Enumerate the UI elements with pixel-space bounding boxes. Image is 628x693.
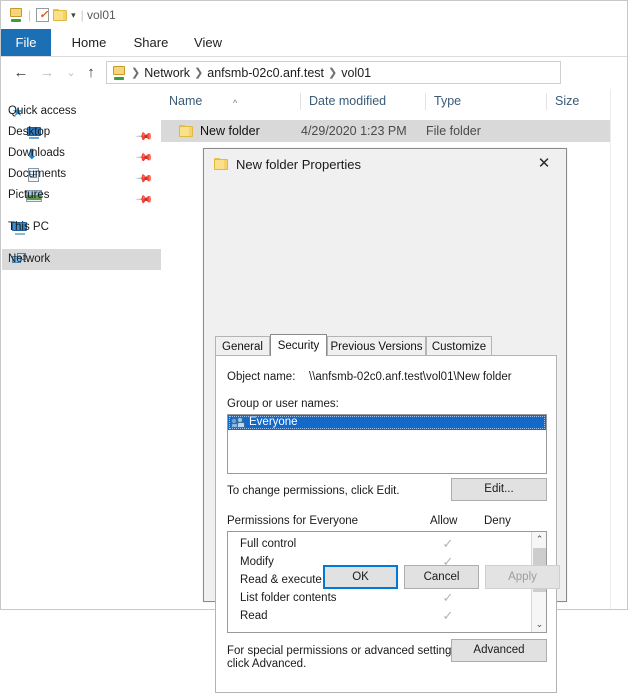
column-header-date-modified[interactable]: Date modified bbox=[301, 89, 426, 114]
tab-customize[interactable]: Customize bbox=[426, 336, 492, 356]
column-header-size[interactable]: Size bbox=[547, 89, 612, 114]
address-bar: ← → ⌄ ↑ ❯ Network ❯ anfsmb-02c0.anf.test… bbox=[1, 57, 627, 89]
apply-button: Apply bbox=[485, 565, 560, 589]
permission-row[interactable]: Full control ✓ bbox=[228, 535, 546, 553]
address-network-drive-icon bbox=[112, 65, 126, 80]
address-input[interactable]: ❯ Network ❯ anfsmb-02c0.anf.test ❯ vol01 bbox=[106, 61, 561, 84]
sidebar-item-downloads[interactable]: ⬇ Downloads 📌 bbox=[2, 143, 161, 168]
qat-separator-1: | bbox=[28, 8, 32, 22]
deny-column-header: Deny bbox=[484, 515, 511, 527]
list-item-label: Everyone bbox=[249, 416, 298, 428]
security-tab-panel: Object name: \\anfsmb-02c0.anf.test\vol0… bbox=[215, 355, 557, 693]
window-title: vol01 bbox=[87, 8, 116, 22]
sidebar-item-label: Documents bbox=[8, 168, 67, 180]
quick-access-toolbar: | ✓ ▾ | bbox=[9, 5, 85, 25]
file-date-modified-cell: 4/29/2020 1:23 PM bbox=[301, 124, 407, 138]
file-list-scrollbar[interactable] bbox=[610, 89, 627, 609]
sidebar-item-label: Network bbox=[8, 253, 51, 265]
tab-general[interactable]: General bbox=[215, 336, 270, 356]
title-bar: | ✓ ▾ | vol01 bbox=[1, 1, 627, 29]
dialog-command-row: OK Cancel Apply bbox=[204, 553, 566, 601]
sidebar-item-documents[interactable]: Documents 📌 bbox=[2, 164, 161, 188]
customize-qat-caret-icon[interactable]: ▾ bbox=[71, 10, 76, 21]
edit-button[interactable]: Edit... bbox=[451, 478, 547, 501]
ribbon-tab-file[interactable]: File bbox=[1, 29, 51, 56]
breadcrumb-item-server[interactable]: anfsmb-02c0.anf.test bbox=[204, 66, 327, 80]
list-item[interactable]: Everyone bbox=[228, 415, 546, 430]
column-header-type[interactable]: Type bbox=[426, 89, 547, 114]
sidebar-item-desktop[interactable]: Desktop 📌 bbox=[2, 122, 161, 146]
object-name-label: Object name: bbox=[227, 371, 296, 383]
qat-separator-2: | bbox=[80, 8, 84, 22]
new-folder-icon[interactable] bbox=[53, 9, 68, 21]
folder-icon bbox=[214, 158, 228, 170]
users-group-icon bbox=[231, 416, 246, 429]
sidebar-item-network[interactable]: Network bbox=[2, 249, 161, 270]
ok-button[interactable]: OK bbox=[323, 565, 398, 589]
folder-icon bbox=[179, 125, 193, 137]
dialog-title-bar: New folder Properties ✕ bbox=[204, 149, 566, 180]
sidebar-item-label: Downloads bbox=[8, 147, 65, 159]
file-list-column-headers: Name ^ Date modified Type Size bbox=[161, 89, 627, 116]
table-row[interactable]: New folder 4/29/2020 1:23 PM File folder bbox=[161, 120, 612, 142]
permissions-for-label: Permissions for Everyone bbox=[227, 515, 359, 527]
object-name-value: \\anfsmb-02c0.anf.test\vol01\New folder bbox=[309, 371, 512, 383]
breadcrumb-item-network[interactable]: Network bbox=[141, 66, 193, 80]
dialog-tab-strip: General Security Previous Versions Custo… bbox=[215, 334, 557, 356]
tab-previous-versions[interactable]: Previous Versions bbox=[327, 336, 426, 356]
breadcrumb-separator-2: ❯ bbox=[328, 67, 338, 79]
dialog-title: New folder Properties bbox=[236, 157, 361, 172]
sidebar-item-pictures[interactable]: Pictures 📌 bbox=[2, 185, 161, 209]
ribbon-tab-view[interactable]: View bbox=[185, 29, 231, 56]
file-name-label: New folder bbox=[200, 124, 260, 138]
breadcrumb-separator-1: ❯ bbox=[194, 67, 204, 79]
cancel-button[interactable]: Cancel bbox=[404, 565, 479, 589]
column-header-label: Type bbox=[434, 94, 462, 108]
allow-checkbox[interactable]: ✓ bbox=[440, 535, 456, 553]
change-permissions-hint: To change permissions, click Edit. bbox=[227, 485, 400, 497]
scroll-down-icon[interactable]: ⌄ bbox=[532, 617, 546, 632]
column-header-label: Name bbox=[169, 94, 203, 108]
allow-column-header: Allow bbox=[430, 515, 458, 527]
sidebar-item-this-pc[interactable]: This PC bbox=[2, 217, 161, 238]
navigation-pane: ★ Quick access Desktop 📌 ⬇ Downloads 📌 D… bbox=[2, 89, 162, 609]
group-or-user-names-label: Group or user names: bbox=[227, 398, 339, 410]
advanced-hint-line2: click Advanced. bbox=[227, 658, 307, 670]
sidebar-item-label: Quick access bbox=[8, 105, 77, 117]
sort-ascending-icon: ^ bbox=[233, 98, 238, 108]
permission-label: Full control bbox=[240, 538, 297, 550]
properties-icon[interactable]: ✓ bbox=[36, 8, 50, 22]
close-icon[interactable]: ✕ bbox=[522, 149, 566, 178]
up-button[interactable]: ↑ bbox=[81, 63, 101, 83]
ribbon-tab-home[interactable]: Home bbox=[63, 29, 115, 56]
breadcrumb-separator-0: ❯ bbox=[131, 67, 141, 79]
back-button[interactable]: ← bbox=[11, 63, 31, 83]
advanced-button[interactable]: Advanced bbox=[451, 639, 547, 662]
sidebar-item-label: Desktop bbox=[8, 126, 51, 138]
sidebar-item-quick-access[interactable]: ★ Quick access bbox=[2, 101, 161, 122]
column-header-label: Date modified bbox=[309, 94, 387, 108]
column-header-name[interactable]: Name ^ bbox=[161, 89, 301, 114]
scroll-up-icon[interactable]: ⌃ bbox=[532, 532, 546, 547]
file-type-cell: File folder bbox=[426, 124, 481, 138]
sidebar-item-label: Pictures bbox=[8, 189, 50, 201]
column-header-label: Size bbox=[555, 94, 580, 108]
ribbon-tab-share[interactable]: Share bbox=[125, 29, 177, 56]
ribbon-tab-strip: File Home Share View bbox=[1, 29, 627, 57]
recent-locations-button[interactable]: ⌄ bbox=[61, 63, 81, 83]
group-user-listbox[interactable]: Everyone bbox=[227, 414, 547, 474]
properties-dialog: New folder Properties ✕ General Security… bbox=[203, 148, 567, 693]
sidebar-item-label: This PC bbox=[8, 221, 49, 233]
breadcrumb-item-vol01[interactable]: vol01 bbox=[338, 66, 374, 80]
forward-button[interactable]: → bbox=[37, 63, 57, 83]
file-name-cell: New folder bbox=[179, 120, 260, 142]
tab-security[interactable]: Security bbox=[270, 334, 327, 356]
network-drive-icon[interactable] bbox=[9, 8, 23, 22]
